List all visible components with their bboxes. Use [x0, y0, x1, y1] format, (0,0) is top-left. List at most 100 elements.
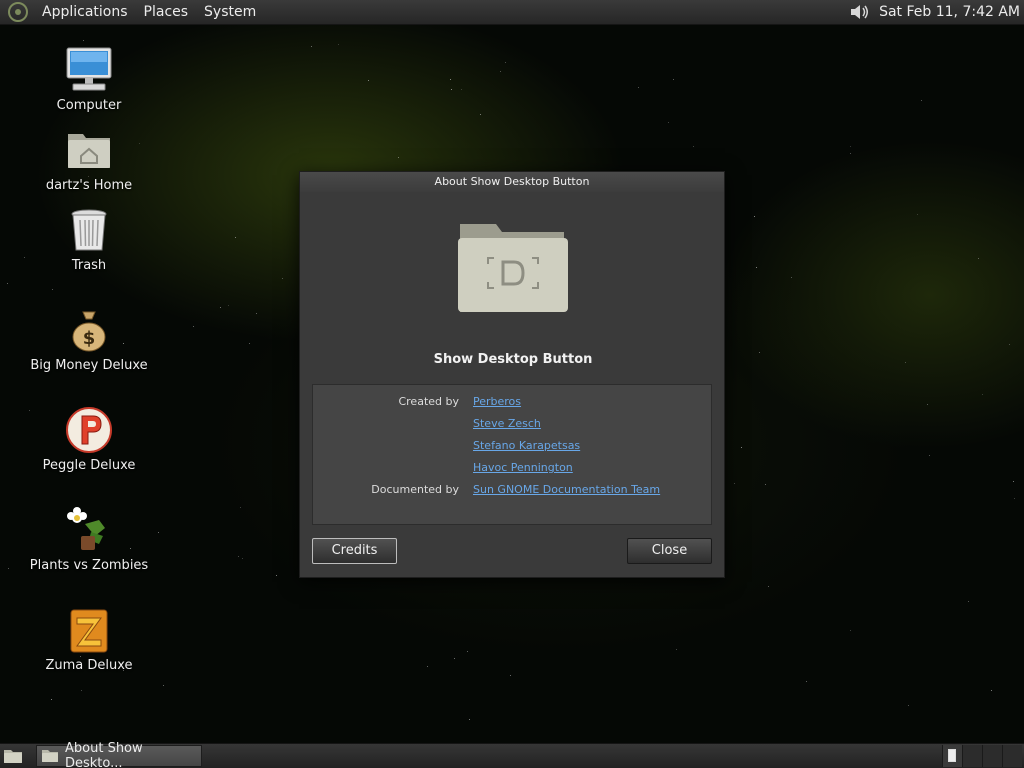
taskbar-item-about-dialog[interactable]: About Show Deskto... [36, 741, 202, 768]
star-dot [850, 153, 851, 154]
star-dot [8, 568, 9, 569]
trash-icon [65, 206, 113, 254]
star-dot [759, 352, 760, 353]
star-dot [850, 630, 851, 631]
workspace-switcher [942, 745, 1022, 767]
star-dot [768, 586, 769, 587]
star-dot [673, 79, 674, 80]
distro-logo-icon[interactable] [8, 2, 28, 22]
star-dot [927, 404, 928, 405]
close-button[interactable]: Close [627, 538, 712, 564]
star-dot [1009, 344, 1010, 345]
star-dot [242, 558, 243, 559]
desktop-icon-label: Computer [56, 98, 122, 113]
star-dot [754, 216, 755, 217]
star-dot [311, 46, 312, 47]
credits-row-documented: Documented by Sun GNOME Documentation Te… [313, 483, 713, 499]
star-dot [968, 601, 969, 602]
desktop-icon-computer[interactable]: Computer [14, 46, 164, 113]
menu-system[interactable]: System [196, 4, 264, 20]
star-dot [276, 575, 277, 576]
bottom-panel: About Show Deskto... [0, 741, 1024, 768]
desktop-icon-label: Big Money Deluxe [30, 358, 148, 373]
star-dot [240, 507, 241, 508]
credits-panel: Created by Perberos Steve Zesch Stefano … [312, 384, 712, 525]
created-by-label: Created by [398, 395, 459, 408]
star-dot [461, 89, 462, 90]
credits-row-author: Steve Zesch [313, 417, 713, 433]
workspace-1[interactable] [942, 745, 962, 767]
about-dialog: About Show Desktop Button Show Desktop B… [299, 171, 725, 578]
desktop-icon-peggle[interactable]: Peggle Deluxe [14, 406, 164, 473]
plants-vs-zombies-icon [65, 506, 113, 554]
star-dot [765, 484, 766, 485]
star-dot [193, 326, 194, 327]
computer-icon [65, 46, 113, 94]
star-dot [978, 258, 979, 259]
star-dot [163, 685, 164, 686]
author-link[interactable]: Perberos [473, 395, 521, 408]
star-dot [249, 343, 250, 344]
star-dot [398, 157, 399, 158]
star-dot [991, 690, 992, 691]
desktop-icon-label: Plants vs Zombies [29, 558, 149, 573]
star-dot [982, 394, 983, 395]
star-dot [905, 362, 906, 363]
star-dot [220, 307, 221, 308]
author-link[interactable]: Stefano Karapetsas [473, 439, 580, 452]
desktop-icon-plants-vs-zombies[interactable]: Plants vs Zombies [14, 506, 164, 573]
menu-places[interactable]: Places [136, 4, 197, 20]
home-folder-icon [65, 126, 113, 174]
star-dot [81, 690, 82, 691]
star-dot [256, 313, 257, 314]
dialog-title[interactable]: About Show Desktop Button [300, 172, 724, 192]
speaker-icon[interactable] [849, 2, 871, 22]
menu-applications[interactable]: Applications [34, 4, 136, 20]
star-dot [638, 87, 639, 88]
money-bag-icon: $ [65, 306, 113, 354]
star-dot [500, 71, 501, 72]
workspace-4[interactable] [1002, 745, 1022, 767]
workspace-2[interactable] [962, 745, 982, 767]
app-folder-icon [456, 216, 570, 316]
documented-by-label: Documented by [371, 483, 459, 496]
workspace-3[interactable] [982, 745, 1002, 767]
star-dot [469, 719, 470, 720]
zuma-icon [65, 606, 113, 654]
desktop-icon-label: dartz's Home [45, 178, 133, 193]
clock[interactable]: Sat Feb 11, 7:42 AM [879, 4, 1020, 20]
star-dot [52, 289, 53, 290]
star-dot [1014, 498, 1015, 499]
show-desktop-icon[interactable] [2, 747, 24, 765]
star-dot [676, 649, 677, 650]
star-dot [238, 556, 239, 557]
credits-row-author: Havoc Pennington [313, 461, 713, 477]
taskbar-item-label: About Show Deskto... [65, 741, 143, 768]
star-dot [338, 44, 339, 45]
star-dot [806, 681, 807, 682]
star-dot [235, 237, 236, 238]
desktop-icon-home[interactable]: dartz's Home [14, 126, 164, 193]
author-link[interactable]: Havoc Pennington [473, 461, 573, 474]
star-dot [510, 675, 511, 676]
credits-button[interactable]: Credits [312, 538, 397, 564]
desktop-icon-label: Trash [71, 258, 107, 273]
desktop-icon-big-money[interactable]: $ Big Money Deluxe [14, 306, 164, 373]
star-dot [850, 146, 851, 147]
folder-icon [41, 749, 59, 763]
star-dot [668, 122, 669, 123]
desktop-icon-zuma[interactable]: Zuma Deluxe [14, 606, 164, 673]
star-dot [693, 146, 694, 147]
star-dot [450, 79, 451, 80]
star-dot [368, 80, 369, 81]
peggle-icon [65, 406, 113, 454]
documenter-link[interactable]: Sun GNOME Documentation Team [473, 483, 660, 496]
star-dot [228, 305, 229, 306]
star-dot [467, 651, 468, 652]
desktop-icon-label: Zuma Deluxe [45, 658, 133, 673]
author-link[interactable]: Steve Zesch [473, 417, 541, 430]
top-panel: Applications Places System Sat Feb 11, 7… [0, 0, 1024, 25]
desktop-icon-trash[interactable]: Trash [14, 206, 164, 273]
panel-tray: Sat Feb 11, 7:42 AM [849, 2, 1024, 22]
star-dot [929, 455, 930, 456]
